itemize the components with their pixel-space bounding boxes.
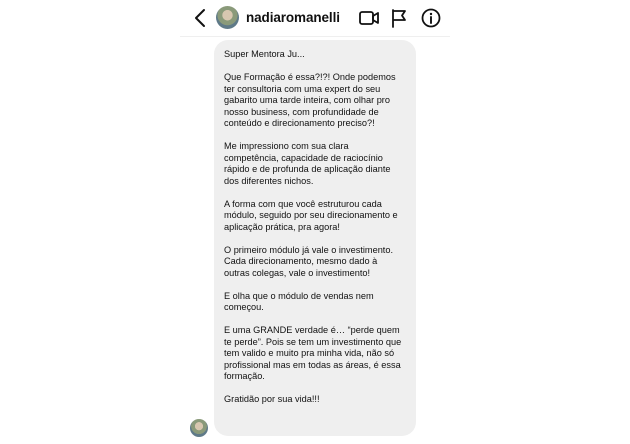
video-camera-icon[interactable] — [358, 7, 380, 29]
message-paragraph: Super Mentora Ju... — [224, 49, 305, 59]
back-arrow-icon[interactable] — [192, 7, 210, 29]
flag-icon[interactable] — [388, 7, 410, 29]
message-paragraph: E uma GRANDE verdade é… “perde quem te p… — [224, 325, 402, 381]
dm-screen: nadiaromanelli Super Mentora Ju... Que F… — [180, 0, 450, 444]
info-icon[interactable] — [420, 7, 442, 29]
message-paragraph: Gratidão por sua vida!!! — [224, 394, 320, 404]
message-paragraph: Me impressiono com sua clara competência… — [224, 141, 391, 186]
username[interactable]: nadiaromanelli — [246, 10, 340, 25]
message-paragraph: O primeiro módulo já vale o investimento… — [224, 244, 394, 278]
avatar[interactable] — [216, 6, 239, 29]
message-paragraph: A forma com que você estruturou cada mód… — [224, 198, 398, 232]
sender-avatar[interactable] — [190, 419, 208, 437]
message-bubble[interactable]: Super Mentora Ju... Que Formação é essa?… — [214, 40, 416, 436]
message-paragraph: Que Formação é essa?!?! Onde podemos ter… — [224, 72, 396, 128]
message-paragraph: E olha que o módulo de vendas nem começo… — [224, 290, 374, 313]
chat-header: nadiaromanelli — [180, 0, 450, 37]
